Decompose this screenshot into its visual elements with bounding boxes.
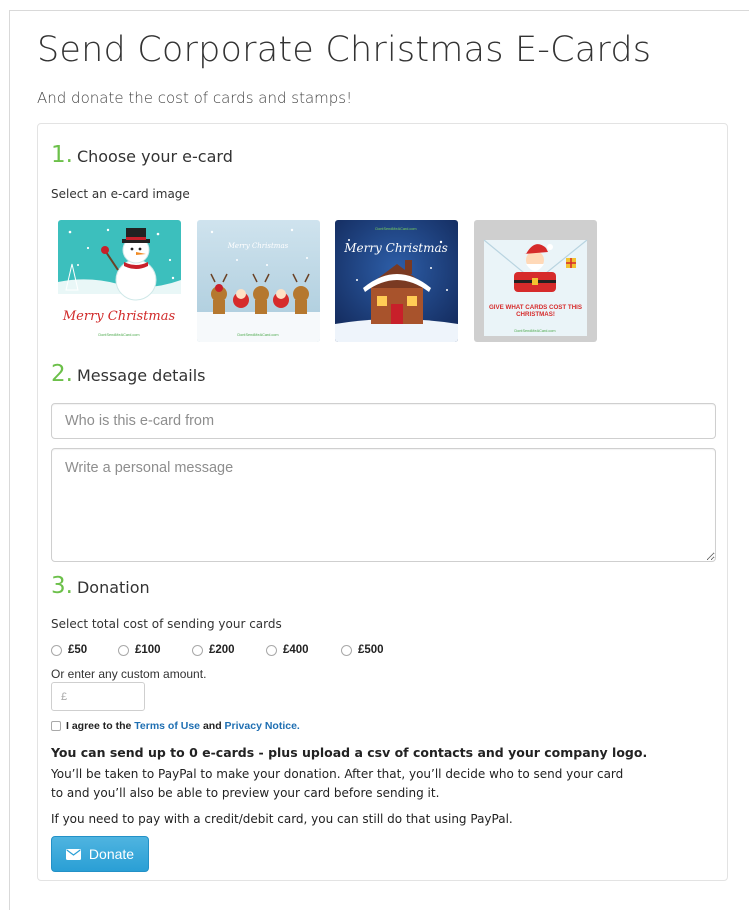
ecard-option-house[interactable]: DontSendMeACard.com Merry Christmas: [335, 220, 458, 342]
agree-checkbox[interactable]: [51, 721, 61, 731]
snowy-house-icon: DontSendMeACard.com Merry Christmas: [335, 220, 458, 342]
page-subtitle: And donate the cost of cards and stamps!: [37, 89, 353, 107]
amount-label: £500: [358, 644, 384, 656]
amount-label: £50: [68, 644, 88, 656]
donate-button[interactable]: Donate: [51, 836, 149, 872]
amount-label: £200: [209, 644, 235, 656]
card-3-header: DontSendMeACard.com: [375, 227, 416, 231]
step-3-heading: 3. Donation: [51, 573, 150, 599]
card-1-text: Merry Christmas: [62, 309, 176, 324]
card-3-text: Merry Christmas: [343, 241, 448, 255]
step-1-title: Choose your e-card: [76, 147, 233, 166]
amount-label: £100: [135, 644, 161, 656]
snowman-icon: Merry Christmas DontSendMeACard.com: [58, 220, 181, 342]
step-2-number: 2.: [51, 361, 73, 387]
envelope-icon: [65, 848, 81, 860]
step-1-heading: 1. Choose your e-card: [51, 142, 233, 168]
amount-option-200[interactable]: £200: [192, 644, 235, 656]
amount-option-400[interactable]: £400: [266, 644, 309, 656]
step-3-title: Donation: [76, 578, 150, 597]
message-textarea[interactable]: [51, 448, 716, 562]
reindeer-santas-icon: Merry Christmas DontSendMeACard.com: [197, 220, 320, 342]
card-2-text: Merry Christmas: [227, 242, 289, 250]
santa-envelope-icon: GIVE WHAT CARDS COST THIS CHRISTMAS! Don…: [474, 220, 597, 342]
card-payment-text: If you need to pay with a credit/debit c…: [51, 812, 513, 826]
step-1-number: 1.: [51, 142, 73, 168]
radio-icon[interactable]: [266, 644, 277, 656]
card-4-text: GIVE WHAT CARDS COST THIS CHRISTMAS!: [488, 304, 583, 318]
terms-of-use-link[interactable]: Terms of Use: [134, 720, 200, 732]
step-2-title: Message details: [76, 366, 206, 385]
card-2-footer: DontSendMeACard.com: [237, 333, 278, 337]
radio-icon[interactable]: [118, 644, 129, 656]
from-input[interactable]: [51, 403, 716, 439]
custom-amount-label: Or enter any custom amount.: [51, 667, 207, 681]
step-3-number: 3.: [51, 573, 73, 599]
card-4-footer: DontSendMeACard.com: [514, 329, 555, 333]
agree-prefix: I agree to the: [66, 720, 132, 732]
radio-icon[interactable]: [341, 644, 352, 656]
privacy-notice-link[interactable]: Privacy Notice.: [225, 720, 300, 732]
card-1-footer: DontSendMeACard.com: [98, 333, 139, 337]
ecard-option-snowman[interactable]: Merry Christmas DontSendMeACard.com: [58, 220, 181, 342]
donate-label: Donate: [88, 846, 135, 862]
agree-and: and: [202, 720, 222, 732]
select-cost-label: Select total cost of sending your cards: [51, 617, 282, 631]
terms-agreement: I agree to the Terms of Use and Privacy …: [51, 720, 300, 732]
radio-icon[interactable]: [192, 644, 203, 656]
amount-option-100[interactable]: £100: [118, 644, 161, 656]
amount-option-500[interactable]: £500: [341, 644, 384, 656]
ecard-form-panel: 1. Choose your e-card Select an e-card im…: [37, 123, 728, 881]
paypal-info-text: You’ll be taken to PayPal to make your d…: [51, 767, 624, 800]
step-2-heading: 2. Message details: [51, 361, 205, 387]
send-limit-text: You can send up to 0 e-cards - plus uplo…: [51, 745, 648, 760]
amount-option-50[interactable]: £50: [51, 644, 87, 656]
select-image-label: Select an e-card image: [51, 187, 190, 201]
radio-icon[interactable]: [51, 644, 62, 656]
amount-label: £400: [283, 644, 309, 656]
custom-amount-input[interactable]: [51, 682, 145, 711]
page-title: Send Corporate Christmas E-Cards: [37, 30, 652, 70]
ecard-option-reindeer[interactable]: Merry Christmas DontSendMeACard.com: [197, 220, 320, 342]
ecard-option-santa[interactable]: GIVE WHAT CARDS COST THIS CHRISTMAS! Don…: [474, 220, 597, 342]
